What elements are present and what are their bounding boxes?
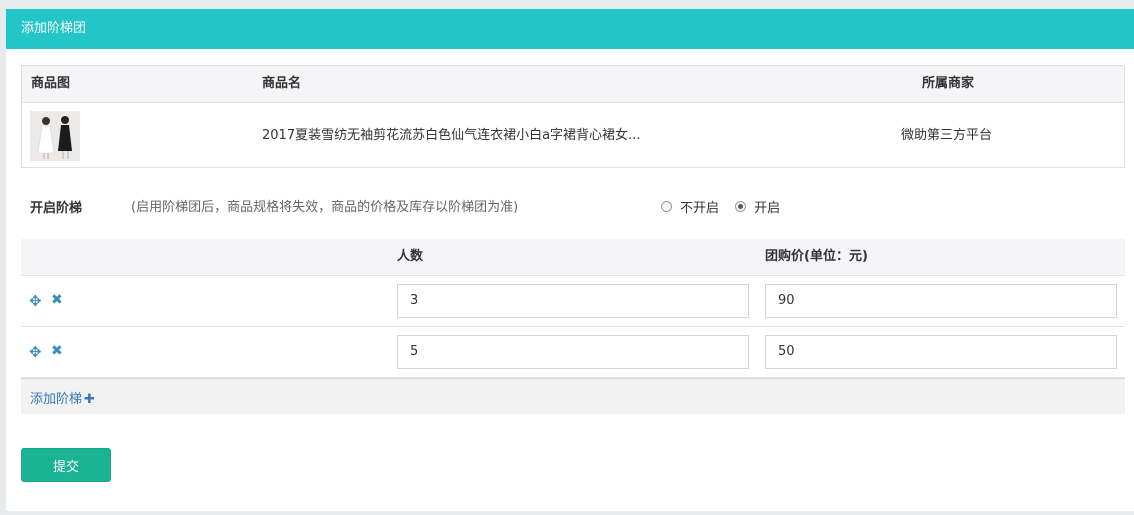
column-header-merchant: 所属商家 <box>922 76 975 91</box>
column-header-price: 团购价(单位：元) <box>765 249 868 264</box>
count-input[interactable]: 5 <box>397 335 749 369</box>
column-header-count: 人数 <box>397 249 424 264</box>
dress-image-icon <box>30 111 80 161</box>
radio-checked-icon[interactable] <box>735 201 747 212</box>
move-icon[interactable]: ✥ <box>29 292 42 310</box>
radio-enable-ladder[interactable]: 开启 <box>735 197 780 216</box>
plus-icon: ✚ <box>84 392 95 407</box>
product-name: 2017夏装雪纺无袖剪花流苏白色仙气连衣裙小白a字裙背心裙女... <box>262 128 641 143</box>
add-ladder-label: 添加阶梯 <box>30 392 83 407</box>
ladder-row: ✥ ✖ 3 90 <box>21 276 1125 327</box>
count-input[interactable]: 3 <box>397 284 749 318</box>
panel-title: 添加阶梯团 <box>6 9 1134 49</box>
delete-icon[interactable]: ✖ <box>51 292 63 308</box>
product-table-header: 商品图 商品名 所属商家 <box>22 66 1124 103</box>
product-thumbnail <box>30 111 80 161</box>
submit-button[interactable]: 提交 <box>21 448 111 482</box>
move-icon[interactable]: ✥ <box>29 343 42 361</box>
add-ladder-link[interactable]: 添加阶梯 ✚ <box>30 388 95 407</box>
ladder-table: 人数 团购价(单位：元) ✥ ✖ 3 90 ✥ ✖ 5 50 添加阶梯 ✚ <box>21 239 1125 414</box>
price-input[interactable]: 90 <box>765 284 1117 318</box>
radio-disable-label: 不开启 <box>680 201 720 216</box>
ladder-toggle-hint: (启用阶梯团后，商品规格将失效，商品的价格及库存以阶梯团为准) <box>131 200 519 215</box>
ladder-toggle-radio-group: 不开启 开启 <box>661 197 792 216</box>
ladder-toggle-label: 开启阶梯 <box>30 201 83 216</box>
radio-disable-ladder[interactable]: 不开启 <box>661 197 719 216</box>
radio-enable-label: 开启 <box>754 201 781 216</box>
column-header-name: 商品名 <box>262 76 302 91</box>
add-ladder-group-panel: 添加阶梯团 商品图 商品名 所属商家 2017夏装雪纺无袖剪花流苏白色仙气连衣裙… <box>6 9 1134 511</box>
ladder-table-header: 人数 团购价(单位：元) <box>21 239 1125 276</box>
delete-icon[interactable]: ✖ <box>51 343 63 359</box>
ladder-row: ✥ ✖ 5 50 <box>21 327 1125 378</box>
product-table: 商品图 商品名 所属商家 2017夏装雪纺无袖剪花流苏白色仙气连衣裙小白a字裙背… <box>21 65 1125 168</box>
column-header-image: 商品图 <box>31 76 71 91</box>
ladder-toggle-row: 开启阶梯 (启用阶梯团后，商品规格将失效，商品的价格及库存以阶梯团为准) 不开启… <box>21 189 1125 223</box>
product-merchant: 微助第三方平台 <box>901 128 993 143</box>
product-row: 2017夏装雪纺无袖剪花流苏白色仙气连衣裙小白a字裙背心裙女... 微助第三方平… <box>22 103 1124 169</box>
radio-unchecked-icon[interactable] <box>661 201 672 212</box>
add-ladder-row: 添加阶梯 ✚ <box>21 378 1125 414</box>
price-input[interactable]: 50 <box>765 335 1117 369</box>
